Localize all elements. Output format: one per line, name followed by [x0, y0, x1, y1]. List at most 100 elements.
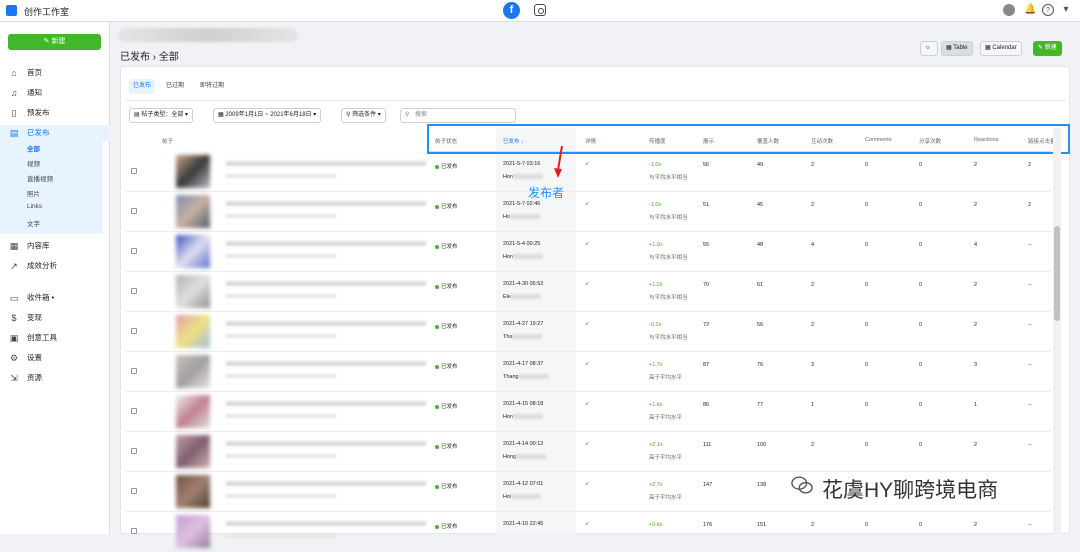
scrollbar-thumb[interactable] — [1054, 226, 1060, 321]
boost-icon[interactable]: ➶ — [585, 161, 590, 167]
post-date[interactable]: 2021-4-27 19:27 — [503, 321, 543, 327]
boost-icon[interactable]: ➶ — [585, 481, 590, 487]
row-checkbox[interactable] — [131, 288, 137, 294]
table-view-button[interactable]: ▦ Table — [941, 41, 973, 56]
post-date[interactable]: 2021-4-14 00:12 — [503, 441, 543, 447]
sidebar-sub-text[interactable]: 文字 — [27, 218, 40, 228]
sidebar-sub-all[interactable]: 全部 — [27, 143, 40, 153]
sidebar-item-insights[interactable]: ↗ 成效分析 — [0, 258, 110, 274]
sidebar-item-scheduled[interactable]: ▯ 预发布 — [0, 105, 110, 121]
post-title-blurred[interactable] — [226, 321, 426, 326]
row-checkbox[interactable] — [131, 248, 137, 254]
post-title-blurred[interactable] — [226, 481, 426, 486]
bell-icon[interactable]: 🔔 — [1024, 4, 1036, 16]
boost-icon[interactable]: ➶ — [585, 201, 590, 207]
create-button[interactable]: ✎ 新建 — [1033, 41, 1062, 56]
row-checkbox[interactable] — [131, 528, 137, 534]
boost-icon[interactable]: ➶ — [585, 361, 590, 367]
calendar-view-button[interactable]: ▦ Calendar — [980, 41, 1022, 56]
sidebar-item-library[interactable]: ▦ 内容库 — [0, 238, 110, 254]
boost-icon[interactable]: ➶ — [585, 401, 590, 407]
post-thumbnail[interactable] — [176, 395, 210, 428]
scrollbar[interactable] — [1053, 128, 1061, 534]
row-checkbox[interactable] — [131, 448, 137, 454]
post-date[interactable]: 2021-4-17 08:37 — [503, 361, 543, 367]
table-row[interactable] — [126, 512, 1051, 552]
refresh-button[interactable]: ☼ — [920, 41, 938, 56]
post-thumbnail[interactable] — [176, 515, 210, 548]
help-icon[interactable]: ? — [1042, 4, 1054, 16]
table-row[interactable] — [126, 232, 1051, 272]
sidebar-item-resources[interactable]: ⇲ 资源 — [0, 370, 110, 386]
post-thumbnail[interactable] — [176, 435, 210, 468]
instagram-icon[interactable] — [534, 4, 546, 16]
post-date[interactable]: 2021-4-30 05:52 — [503, 281, 543, 287]
row-checkbox[interactable] — [131, 168, 137, 174]
document-icon: ▯ — [11, 108, 17, 118]
boost-icon[interactable]: ➶ — [585, 241, 590, 247]
sidebar-item-monetization[interactable]: $ 变现 — [0, 310, 110, 326]
post-thumbnail[interactable] — [176, 155, 210, 188]
sidebar-sub-videos[interactable]: 视频 — [27, 158, 40, 168]
post-date[interactable]: 2021-4-12 07:01 — [503, 481, 543, 487]
post-title-blurred[interactable] — [226, 401, 426, 406]
boost-icon[interactable]: ➶ — [585, 521, 590, 527]
post-title-blurred[interactable] — [226, 441, 426, 446]
post-title-blurred[interactable] — [226, 161, 426, 166]
table-row[interactable] — [126, 312, 1051, 352]
post-thumbnail[interactable] — [176, 275, 210, 308]
row-checkbox[interactable] — [131, 408, 137, 414]
boost-icon[interactable]: ➶ — [585, 321, 590, 327]
tab-published[interactable]: 已发布 — [129, 79, 156, 94]
row-checkbox[interactable] — [131, 208, 137, 214]
post-title-blurred[interactable] — [226, 201, 426, 206]
post-title-blurred[interactable] — [226, 361, 426, 366]
table-row[interactable] — [126, 152, 1051, 192]
sidebar-item-settings[interactable]: ⚙ 设置 — [0, 350, 110, 366]
sidebar-item-published[interactable]: ▤ 已发布 — [0, 125, 110, 141]
post-thumbnail[interactable] — [176, 355, 210, 388]
post-title-blurred[interactable] — [226, 241, 426, 246]
row-checkbox[interactable] — [131, 328, 137, 334]
sidebar-item-home[interactable]: ⌂ 首页 — [0, 65, 110, 81]
date-range-filter[interactable]: ▦ 2009年1月1日 ~ 2021年6月18日 ▾ — [213, 108, 322, 123]
conditions-filter[interactable]: ⚲ 筛选条件 ▾ — [341, 108, 386, 123]
post-date[interactable]: 2021-4-15 08:18 — [503, 401, 543, 407]
sidebar-sub-live[interactable]: 直播视频 — [27, 173, 53, 183]
sidebar-sub-photos[interactable]: 照片 — [27, 188, 40, 198]
table-row[interactable] — [126, 272, 1051, 312]
sidebar-sub-links[interactable]: Links — [27, 203, 42, 210]
post-date[interactable]: 2021-5-4 00:25 — [503, 241, 540, 247]
post-title-blurred[interactable] — [226, 281, 426, 286]
tab-expired[interactable]: 已过期 — [162, 79, 188, 94]
account-selector[interactable] — [118, 28, 298, 42]
row-checkbox[interactable] — [131, 368, 137, 374]
tab-expiring[interactable]: 即将过期 — [196, 79, 228, 94]
new-post-button[interactable]: ✎ 新建 — [8, 34, 101, 50]
table-row[interactable] — [126, 432, 1051, 472]
post-type-filter[interactable]: ▤ 帖子类型：全部 ▾ — [129, 108, 194, 123]
search-input[interactable]: ⚲ 搜索 — [400, 108, 516, 123]
post-thumbnail[interactable] — [176, 195, 210, 228]
sidebar-item-inbox[interactable]: ▭ 收件箱 • — [0, 290, 110, 306]
table-row[interactable] — [126, 192, 1051, 232]
post-thumbnail[interactable] — [176, 315, 210, 348]
sidebar-item-notifications[interactable]: ♫ 通知 — [0, 85, 110, 101]
avatar[interactable] — [1003, 4, 1015, 16]
post-date[interactable]: 2021-5-7 03:16 — [503, 161, 540, 167]
sidebar-item-creative-tools[interactable]: ▣ 创意工具 — [0, 330, 110, 346]
table-row[interactable] — [126, 352, 1051, 392]
post-thumbnail[interactable] — [176, 475, 210, 508]
post-date[interactable]: 2021-5-7 02:46 — [503, 201, 540, 207]
col-header-post[interactable]: 帖子 — [162, 137, 173, 145]
post-title-blurred[interactable] — [226, 521, 426, 526]
row-checkbox[interactable] — [131, 488, 137, 494]
post-thumbnail[interactable] — [176, 235, 210, 268]
post-meta-blurred — [226, 294, 336, 298]
table-row[interactable] — [126, 392, 1051, 432]
post-date[interactable]: 2021-4-10 22:45 — [503, 521, 543, 527]
chevron-down-icon[interactable]: ▾ — [1060, 4, 1072, 16]
facebook-icon[interactable]: f — [503, 2, 520, 19]
boost-icon[interactable]: ➶ — [585, 281, 590, 287]
boost-icon[interactable]: ➶ — [585, 441, 590, 447]
